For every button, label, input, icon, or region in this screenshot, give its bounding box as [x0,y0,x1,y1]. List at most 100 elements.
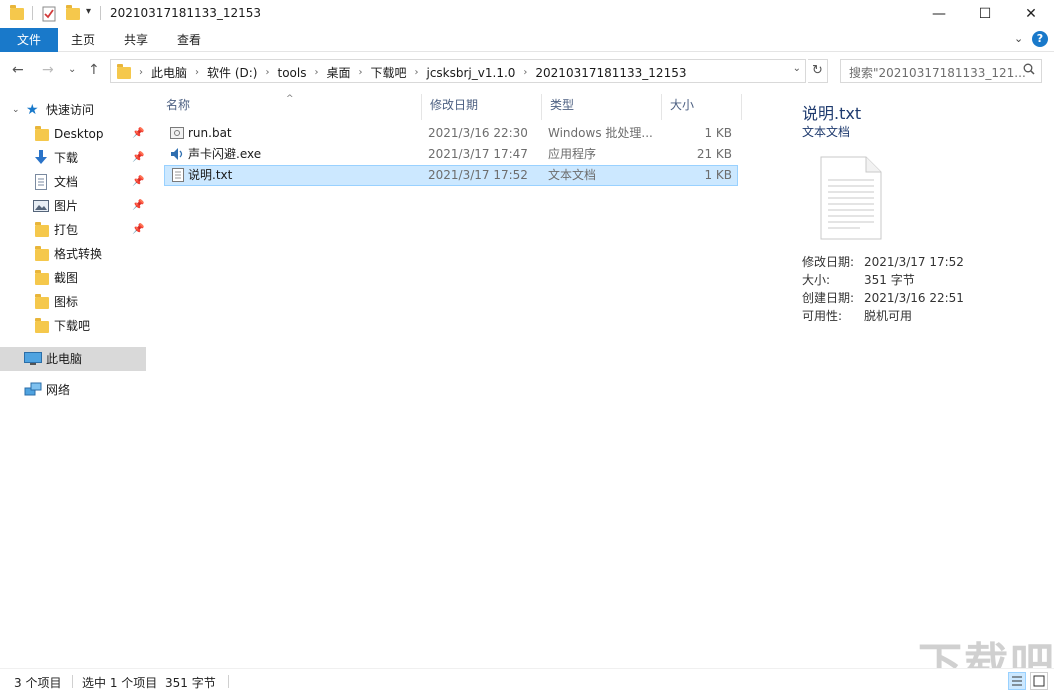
sidebar-item-xiazaiba[interactable]: 下载吧 [0,315,146,337]
sidebar-item-label: 下载 [54,151,79,165]
chevron-right-icon[interactable]: › [521,67,529,78]
folder-icon [35,126,49,141]
chevron-right-icon[interactable]: › [312,67,320,78]
search-icon[interactable] [1023,63,1035,75]
sidebar-item-label: 格式转换 [54,247,103,261]
folder-icon [35,270,49,285]
file-modified: 2021/3/16 22:30 [428,126,528,140]
column-header-modified[interactable]: 修改日期 [422,94,542,120]
sidebar-item-desktop[interactable]: Desktop 📌 [0,123,146,145]
property-key: 创建日期: [802,291,855,305]
sidebar-item-label: 文档 [54,175,79,189]
refresh-button[interactable]: ↻ [808,59,828,83]
table-row[interactable]: 说明.txt 2021/3/17 17:52 文本文档 1 KB [164,165,738,186]
text-file-icon [172,168,184,182]
address-bar[interactable]: › 此电脑 › 软件 (D:) › tools › 桌面 › 下载吧 › jcs… [110,59,806,83]
tab-home[interactable]: 主页 [58,28,108,52]
chevron-right-icon[interactable]: › [413,67,421,78]
sidebar-item-screenshots[interactable]: 截图 [0,267,146,289]
property-size: 大小: 351 字节 [802,271,915,288]
details-view-button[interactable] [1008,672,1026,690]
divider [32,6,33,20]
download-icon [35,150,47,164]
large-icons-view-icon [1033,675,1045,687]
breadcrumb-item[interactable]: 下载吧 [364,64,412,81]
breadcrumb-item[interactable]: 软件 (D:) [201,64,263,81]
speaker-app-icon [171,148,183,160]
status-item-count: 3 个项目 [14,676,62,690]
property-value: 351 字节 [864,273,915,287]
chevron-down-icon[interactable]: ⌄ [12,99,20,121]
property-created: 创建日期: 2021/3/16 22:51 [802,289,964,306]
file-type: 文本文档 [548,168,597,182]
file-modified: 2021/3/17 17:52 [428,168,528,182]
chevron-right-icon[interactable]: › [263,67,271,78]
search-input[interactable]: 搜索"20210317181133_121... [840,59,1042,83]
forward-button[interactable]: → [42,62,54,78]
search-placeholder: 搜索"20210317181133_121... [849,66,1026,80]
breadcrumb-item[interactable]: 桌面 [320,64,356,81]
sidebar-item-label: 网络 [46,383,71,397]
close-button[interactable]: ✕ [1008,0,1054,28]
column-header-size[interactable]: 大小 [662,94,742,120]
file-modified: 2021/3/17 17:47 [428,147,528,161]
quick-access-dropdown-icon[interactable]: ▾ [86,6,91,17]
column-header-type[interactable]: 类型 [542,94,662,120]
sidebar-item-downloads[interactable]: 下载 📌 [0,147,146,169]
sidebar-item-pictures[interactable]: 图片 📌 [0,195,146,217]
column-header-name[interactable]: 名称 ^ [158,94,422,120]
recent-locations-icon[interactable]: ⌄ [68,64,76,75]
sidebar-item-label: Desktop [54,127,104,141]
maximize-button[interactable]: ☐ [962,0,1008,28]
address-dropdown-icon[interactable]: ⌄ [793,63,801,74]
large-icons-view-button[interactable] [1030,672,1048,690]
breadcrumb-item[interactable]: jcsksbrj_v1.1.0 [421,66,522,80]
sidebar-item-quick-access[interactable]: ⌄ ★ 快速访问 [0,99,146,121]
properties-icon[interactable] [42,6,56,22]
text-document-large-icon [820,156,882,240]
sidebar-item-package[interactable]: 打包 📌 [0,219,146,241]
navigation-pane: ⌄ ★ 快速访问 Desktop 📌 下载 📌 文档 📌 图片 📌 打包 📌 格 [0,90,150,668]
expand-ribbon-icon[interactable]: ⌄ [1014,32,1023,45]
file-size: 1 KB [704,168,732,182]
tab-file[interactable]: 文件 [0,28,58,52]
sidebar-item-this-pc[interactable]: 此电脑 [0,347,146,371]
tab-view[interactable]: 查看 [164,28,214,52]
back-button[interactable]: ← [12,62,24,78]
breadcrumb-item[interactable]: 此电脑 [145,64,193,81]
property-value: 脱机可用 [864,309,913,323]
property-value: 2021/3/17 17:52 [864,255,964,269]
table-row[interactable]: run.bat 2021/3/16 22:30 Windows 批处理... 1… [164,123,738,144]
file-type: 应用程序 [548,147,597,161]
chevron-right-icon[interactable]: › [356,67,364,78]
sidebar-item-network[interactable]: 网络 [0,379,146,401]
sort-ascending-icon: ^ [286,94,294,104]
sidebar-item-format-convert[interactable]: 格式转换 [0,243,146,265]
new-folder-icon[interactable] [66,5,80,20]
sidebar-item-documents[interactable]: 文档 📌 [0,171,146,193]
address-folder-icon [117,64,131,79]
chevron-right-icon[interactable]: › [193,67,201,78]
ribbon: 文件 主页 共享 查看 ⌄ ? [0,28,1054,52]
breadcrumb: › 此电脑 › 软件 (D:) › tools › 桌面 › 下载吧 › jcs… [137,64,692,81]
property-modified: 修改日期: 2021/3/17 17:52 [802,253,964,270]
details-pane: 说明.txt 文本文档 修改日期: 2021/3/17 17:52 大小: 351 … [778,90,1054,668]
folder-icon [35,294,49,309]
breadcrumb-item[interactable]: tools [271,66,312,80]
batch-file-icon [170,127,184,139]
chevron-right-icon: › [139,67,143,78]
sidebar-item-label: 下载吧 [54,319,91,333]
title-bar: ▾ 20210317181133_12153 — ☐ ✕ [0,0,1054,28]
sidebar-item-label: 图片 [54,199,79,213]
status-selected: 选中 1 个项目 [82,676,158,690]
file-name: 说明.txt [188,168,233,182]
tab-share[interactable]: 共享 [110,28,162,52]
property-key: 大小: [802,273,831,287]
up-button[interactable]: ↑ [88,62,100,78]
minimize-button[interactable]: — [916,0,962,28]
sidebar-item-icons[interactable]: 图标 [0,291,146,313]
file-list: 名称 ^ 修改日期 类型 大小 run.bat 2021/3/16 22:30 … [158,90,748,668]
breadcrumb-item[interactable]: 20210317181133_12153 [529,66,692,80]
table-row[interactable]: 声卡闪避.exe 2021/3/17 17:47 应用程序 21 KB [164,144,738,165]
help-icon[interactable]: ? [1032,31,1048,47]
